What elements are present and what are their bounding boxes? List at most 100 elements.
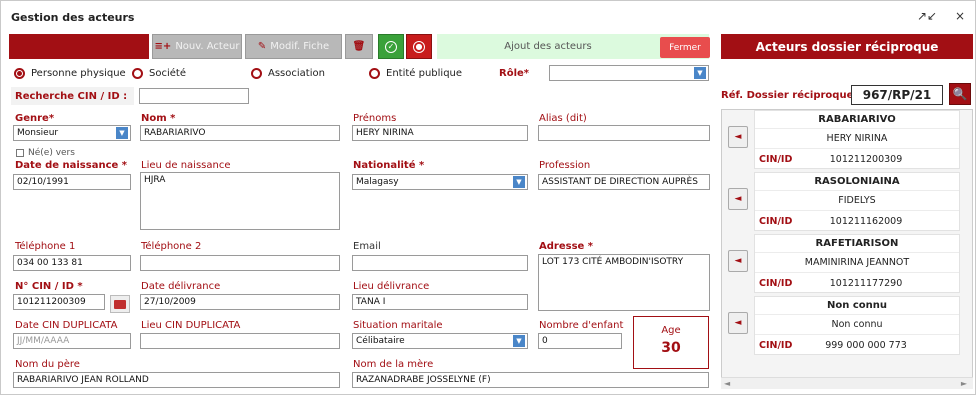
ref-dossier-input[interactable]: 967/RP/21 [851, 85, 943, 105]
search-button[interactable]: 🔍 [949, 83, 971, 105]
alias-input[interactable] [538, 125, 710, 141]
lieu-naissance-input[interactable]: HJRA [140, 172, 340, 230]
arrow-left-icon[interactable]: ◄ [728, 250, 748, 272]
genre-select[interactable]: Monsieur ▼ [13, 125, 131, 141]
list-item: ◄ RABARIARIVO HERY NIRINA CIN/ID 10121120… [728, 110, 966, 169]
radio-label: Société [149, 68, 186, 79]
profession-input[interactable]: ASSISTANT DE DIRECTION AUPRÈS [538, 174, 710, 190]
cancel-button[interactable]: ● [406, 34, 432, 59]
date-naissance-label: Date de naissance * [15, 160, 128, 171]
cin-search-input[interactable] [139, 88, 249, 104]
edit-record-button[interactable]: ✎ Modif. Fiche [245, 34, 342, 59]
cin-value: 101211162009 [829, 215, 903, 227]
radio-personne-physique[interactable]: Personne physique [14, 68, 126, 79]
chevron-down-icon: ▼ [513, 176, 525, 188]
actor-name: RABARIARIVO [755, 111, 959, 129]
actor-firstname: MAMINIRINA JEANNOT [755, 253, 959, 273]
list-item: ◄ RAFETIARISON MAMINIRINA JEANNOT CIN/ID… [728, 234, 966, 293]
nom-label: Nom * [141, 113, 176, 124]
cin-value: 999 000 000 773 [825, 339, 907, 351]
reciprocal-actors-list[interactable]: ◄ RABARIARIVO HERY NIRINA CIN/ID 10121120… [721, 109, 973, 389]
actor-cin-row: CIN/ID 999 000 000 773 [755, 335, 959, 355]
search-icon: 🔍 [952, 87, 968, 101]
resize-icon[interactable]: ↗↙ [917, 9, 937, 23]
lieu-naissance-label: Lieu de naissance [141, 160, 231, 171]
genre-label: Genre* [15, 113, 55, 124]
cin-label: N° CIN / ID * [15, 281, 83, 292]
reciprocal-actors-header: Acteurs dossier réciproque [721, 34, 973, 59]
new-actor-label: Nouv. Acteur [175, 41, 240, 52]
date-delivrance-input[interactable]: 27/10/2009 [140, 294, 340, 310]
cin-value: 101211200309 [829, 153, 903, 165]
genre-value: Monsieur [17, 128, 59, 138]
radio-dot [369, 68, 380, 79]
close-button[interactable]: Fermer [660, 37, 710, 58]
nationalite-select[interactable]: Malagasy ▼ [352, 174, 528, 190]
delete-button[interactable]: 🗑 [345, 34, 373, 59]
arrow-left-icon[interactable]: ◄ [728, 312, 748, 334]
radio-societe[interactable]: Société [132, 68, 186, 79]
add-list-icon: ≡+ [154, 41, 172, 52]
adresse-input[interactable]: LOT 173 CITÉ AMBODIN'ISOTRY [538, 254, 710, 311]
telephone2-input[interactable] [140, 255, 340, 271]
close-icon[interactable]: × [955, 9, 965, 23]
actor-name: RASOLONIAINA [755, 173, 959, 191]
nom-pere-input[interactable]: RABARIARIVO JEAN ROLLAND [13, 372, 340, 388]
scroll-right-icon[interactable]: ► [961, 379, 967, 388]
radio-dot [251, 68, 262, 79]
confirm-button[interactable]: ✓ [378, 34, 404, 59]
date-cin-dup-label: Date CIN DUPLICATA [15, 320, 118, 331]
actor-card: RASOLONIAINA FIDELYS CIN/ID 101211162009 [754, 172, 960, 231]
edit-icon: ✎ [257, 41, 267, 52]
horizontal-scrollbar[interactable]: ◄ ► [721, 377, 973, 389]
telephone1-input[interactable]: 034 00 133 81 [13, 255, 131, 271]
arrow-left-icon[interactable]: ◄ [728, 126, 748, 148]
dialog-window: Gestion des acteurs ↗↙ × ≡+ Nouv. Acteur… [0, 0, 976, 395]
actor-firstname: Non connu [755, 315, 959, 335]
nom-input[interactable]: RABARIARIVO [140, 125, 340, 141]
age-box: Age 30 [633, 316, 709, 369]
radio-entite-publique[interactable]: Entité publique [369, 68, 462, 79]
radio-association[interactable]: Association [251, 68, 325, 79]
adresse-label: Adresse * [539, 241, 594, 252]
cin-value: 101211177290 [829, 277, 903, 289]
email-input[interactable] [352, 255, 528, 271]
radio-label: Association [268, 68, 325, 79]
lieu-delivrance-input[interactable]: TANA I [352, 294, 528, 310]
situation-select[interactable]: Célibataire ▼ [352, 333, 528, 349]
window-controls: ↗↙ × [903, 9, 965, 23]
date-naissance-input[interactable]: 02/10/1991 [13, 174, 131, 190]
id-card-button[interactable] [110, 295, 130, 313]
chevron-down-icon: ▼ [513, 335, 525, 347]
telephone2-label: Téléphone 2 [141, 241, 202, 252]
alias-label: Alias (dit) [539, 113, 587, 124]
nb-enfant-label: Nombre d'enfant [539, 320, 624, 331]
cin-key: CIN/ID [759, 277, 793, 289]
actor-firstname: HERY NIRINA [755, 129, 959, 149]
role-label: Rôle* [499, 68, 530, 79]
cin-search-label: Recherche CIN / ID : [11, 87, 134, 105]
cin-input[interactable]: 101211200309 [13, 294, 105, 310]
role-select[interactable]: ▼ [549, 65, 709, 81]
arrow-left-icon[interactable]: ◄ [728, 188, 748, 210]
new-actor-button[interactable]: ≡+ Nouv. Acteur [152, 34, 242, 59]
chevron-down-icon: ▼ [116, 127, 128, 139]
ne-vers-checkbox[interactable]: Né(e) vers [16, 148, 75, 158]
actor-card: RABARIARIVO HERY NIRINA CIN/ID 1012112003… [754, 110, 960, 169]
nb-enfant-input[interactable]: 0 [538, 333, 622, 349]
actor-cin-row: CIN/ID 101211200309 [755, 149, 959, 169]
actor-card: RAFETIARISON MAMINIRINA JEANNOT CIN/ID 10… [754, 234, 960, 293]
nom-mere-input[interactable]: RAZANADRABE JOSSELYNE (F) [352, 372, 709, 388]
lieu-cin-dup-input[interactable] [140, 333, 340, 349]
age-label: Age [661, 325, 681, 336]
prenoms-input[interactable]: HERY NIRINA [352, 125, 528, 141]
radio-label: Entité publique [386, 68, 463, 79]
actor-firstname: FIDELYS [755, 191, 959, 211]
cin-key: CIN/ID [759, 215, 793, 227]
profession-label: Profession [539, 160, 591, 171]
telephone1-label: Téléphone 1 [15, 241, 76, 252]
lieu-cin-dup-label: Lieu CIN DUPLICATA [141, 320, 241, 331]
actor-cin-row: CIN/ID 101211177290 [755, 273, 959, 293]
date-cin-dup-input[interactable]: JJ/MM/AAAA [13, 333, 131, 349]
scroll-left-icon[interactable]: ◄ [724, 379, 730, 388]
